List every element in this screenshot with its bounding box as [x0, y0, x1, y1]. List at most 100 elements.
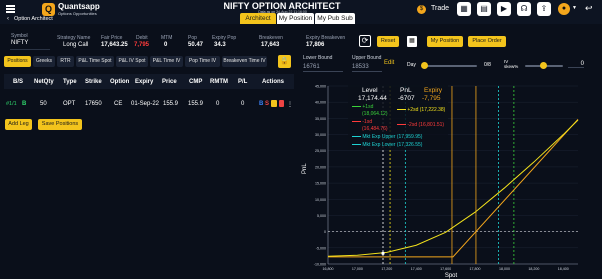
- tab-greeks[interactable]: Greeks: [33, 56, 55, 67]
- day-slider-handle[interactable]: [421, 62, 428, 69]
- symbol-label: Symbol: [11, 33, 28, 39]
- row-netqty[interactable]: 50: [40, 101, 47, 107]
- header-rmtm: RMTM: [210, 79, 228, 85]
- y-axis-label: PnL: [302, 163, 308, 174]
- mtm-label: MTM: [161, 35, 173, 41]
- header-bs: B/S: [13, 79, 24, 85]
- x-tick-label: 16,800: [323, 267, 334, 271]
- video-icon[interactable]: ▶: [497, 2, 511, 16]
- x-axis-label: Spot: [445, 273, 458, 279]
- legend-plus1sd: +1sd: [352, 104, 373, 110]
- x-tick-label: 18,400: [558, 267, 569, 271]
- pnl-chart: 45,000 40,000 35,000 30,000 25,000 20,000 15,0…: [302, 85, 579, 279]
- row-strike[interactable]: 17650: [85, 101, 102, 107]
- back-arrow-icon[interactable]: ‹: [7, 16, 9, 22]
- refresh-button[interactable]: ⟳: [359, 35, 371, 47]
- x-tick-label: 18,000: [499, 267, 510, 271]
- chevron-down-icon[interactable]: ▼: [572, 5, 577, 11]
- tab-pop-time-iv[interactable]: Pop Time IV: [185, 56, 220, 67]
- support-icon[interactable]: ☊: [517, 2, 531, 16]
- header-netqty: NetQty: [34, 79, 54, 85]
- grid-icon[interactable]: ▦: [457, 2, 471, 16]
- expiry-breakeven-value: 17,806: [306, 42, 325, 48]
- legend-mkt-exp-upper-swatch: [352, 136, 361, 138]
- debit-label: Debit: [136, 35, 148, 41]
- legend-minus1sd: -1sd: [352, 119, 372, 125]
- exit-icon[interactable]: ↩: [585, 3, 593, 14]
- debit-value: 7,795: [134, 42, 150, 48]
- calculator-icon[interactable]: ▦: [407, 36, 417, 47]
- sell-action-icon[interactable]: S: [265, 101, 269, 107]
- tooltip-pnl-label: PnL: [400, 87, 412, 94]
- lock-icon[interactable]: 🔒: [278, 55, 291, 68]
- tab-my-pub-sub[interactable]: My Pub Sub: [315, 13, 355, 24]
- trade-link[interactable]: Trade: [431, 5, 449, 12]
- tab-positions[interactable]: Positions: [4, 56, 31, 67]
- save-positions-button[interactable]: Save Positions: [38, 119, 82, 130]
- back-label[interactable]: Option Architect: [14, 16, 53, 22]
- tab-rtr[interactable]: RTR: [57, 56, 74, 67]
- legend-plus2sd-name: +2sd: [407, 107, 419, 113]
- y-tick-label: -5,000: [316, 246, 326, 250]
- lower-bound-label: Lower Bound: [303, 55, 333, 61]
- lower-bound-input[interactable]: 16761: [303, 62, 343, 72]
- day-value: 0/8: [484, 62, 491, 68]
- x-tick-label: 17,000: [352, 267, 363, 271]
- x-tick-label: 17,200: [381, 267, 392, 271]
- expiry-pop-label: Expiry Pop: [212, 35, 237, 41]
- iv-skew-value[interactable]: 0: [568, 61, 584, 68]
- legend-minus2sd-swatch: [397, 124, 406, 126]
- y-tick-label: 20,000: [315, 165, 326, 169]
- y-tick-label: 10,000: [315, 198, 326, 202]
- y-tick-label: 30,000: [315, 133, 326, 137]
- day-slider-track[interactable]: [422, 65, 477, 67]
- brand-name: Quantsapp: [58, 2, 100, 11]
- delete-icon[interactable]: [279, 100, 284, 107]
- y-tick-label: -10,000: [314, 263, 326, 267]
- legend-plus1sd-value: (18,064.12): [362, 111, 388, 117]
- tab-breakeven-time-iv[interactable]: Breakeven Time IV: [222, 56, 267, 67]
- y-tick-label: 5,000: [317, 214, 326, 218]
- top-bar: Q Quantsapp Options Opportunities ‹ Opti…: [0, 0, 602, 24]
- legend-minus2sd-name: -2sd: [407, 122, 418, 128]
- legend-plus2sd: +2sd (17,222.38): [397, 107, 445, 113]
- tab-pl-iv-spot[interactable]: P&L IV Spot: [116, 56, 148, 67]
- chart-icon[interactable]: ▤: [477, 2, 491, 16]
- more-options-icon[interactable]: ⋮: [287, 101, 293, 108]
- legend-plus2sd-value: (17,222.38): [419, 107, 446, 113]
- iv-slider-handle[interactable]: [540, 62, 547, 69]
- tab-pl-time-spot[interactable]: P&L Time Spot: [76, 56, 114, 67]
- row-option[interactable]: CE: [114, 101, 122, 107]
- x-tick-label: 17,600: [440, 267, 451, 271]
- edit-bounds-link[interactable]: Edit: [384, 60, 394, 66]
- user-icon[interactable]: ●: [558, 3, 570, 15]
- legend-minus2sd: -2sd (16,801.51): [397, 122, 444, 128]
- my-position-button[interactable]: My Position: [427, 36, 463, 47]
- row-price[interactable]: 155.9: [163, 101, 178, 107]
- header-cmp: CMP: [189, 79, 203, 85]
- add-leg-button[interactable]: Add Leg: [5, 119, 32, 130]
- legend-mkt-exp-lower-swatch: [352, 144, 361, 146]
- tab-my-position[interactable]: My Position: [277, 13, 314, 24]
- strategy-label: Strategy Name: [57, 35, 91, 41]
- tab-architect[interactable]: Architect: [240, 13, 276, 24]
- menu-icon[interactable]: [6, 5, 15, 13]
- y-tick-label: 40,000: [315, 101, 326, 105]
- legend-mkt-exp-lower: Mkt Exp Lower (17,326.55): [352, 142, 422, 148]
- symbol-underline: [10, 49, 50, 50]
- tab-pl-time-iv[interactable]: P&L Time IV: [150, 56, 183, 67]
- share-icon[interactable]: ⇪: [537, 2, 551, 16]
- legend-mkt-exp-upper-value: (17,959.95): [396, 134, 423, 140]
- reset-button[interactable]: Reset: [377, 36, 399, 47]
- trade-icon[interactable]: $: [417, 5, 426, 14]
- y-tick-label: 25,000: [315, 149, 326, 153]
- row-expiry[interactable]: 01-Sep-22: [131, 101, 159, 107]
- breakeven-value: 17,643: [261, 42, 280, 48]
- pop-value: 50.47: [188, 42, 204, 48]
- upper-bound-input[interactable]: 18533: [352, 62, 382, 72]
- buy-action-icon[interactable]: B: [259, 101, 263, 107]
- place-order-button[interactable]: Place Order: [468, 36, 506, 47]
- symbol-value[interactable]: NIFTY: [11, 40, 28, 46]
- row-bs[interactable]: B: [22, 101, 26, 107]
- edit-icon[interactable]: [271, 100, 277, 107]
